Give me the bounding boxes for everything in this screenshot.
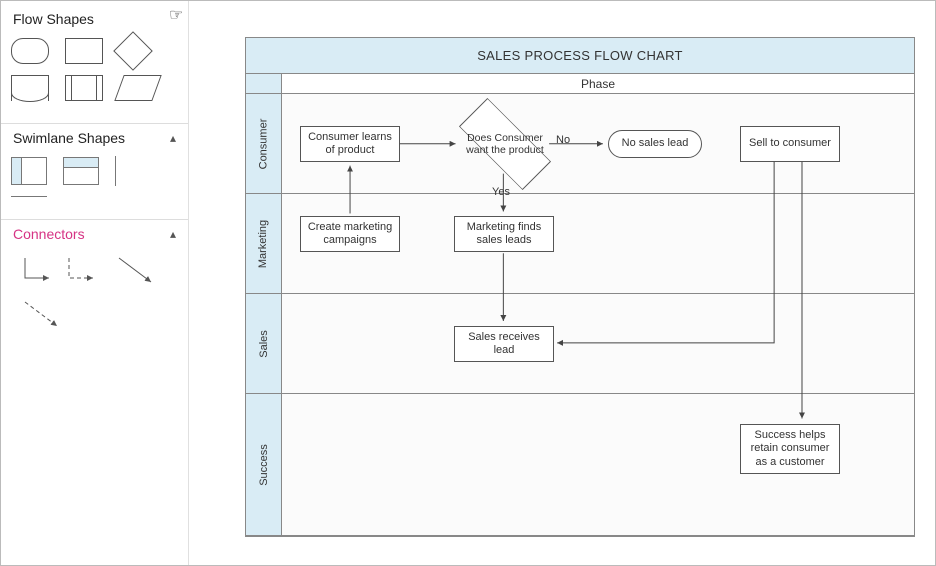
shape-separator-horizontal[interactable] xyxy=(11,196,47,197)
lane-consumer-header: Consumer xyxy=(246,94,282,193)
panel-swimlane-header[interactable]: Swimlane Shapes ▴ xyxy=(1,124,188,152)
node-sales-receives[interactable]: Sales receives lead xyxy=(454,326,554,362)
node-decision-text: Does Consumer want the product xyxy=(460,114,550,174)
lane-sales[interactable]: Sales Sales receives lead xyxy=(246,294,914,394)
panel-swimlane-body xyxy=(1,152,188,219)
shape-process[interactable] xyxy=(65,38,103,64)
node-consumer-learns[interactable]: Consumer learns of product xyxy=(300,126,400,162)
phase-header-row: Phase xyxy=(246,74,914,94)
lane-success-header: Success xyxy=(246,394,282,535)
lanes-container: Consumer Consumer learns of product Does… xyxy=(246,94,914,536)
connectors-preview xyxy=(11,252,171,342)
cursor-icon: ☞ xyxy=(169,5,183,25)
panel-flow-header[interactable]: Flow Shapes xyxy=(1,5,188,33)
phase-corner xyxy=(246,74,282,94)
diagram-canvas[interactable]: SALES PROCESS FLOW CHART Phase Consumer … xyxy=(189,1,935,565)
panel-connectors-body xyxy=(1,248,188,354)
connector-straight-dashed[interactable] xyxy=(25,302,57,326)
app-root: ☞ Flow Shapes Swimlane Shapes ▴ xyxy=(0,0,936,566)
connector-straight[interactable] xyxy=(119,258,151,282)
chevron-up-icon: ▴ xyxy=(170,227,176,241)
lane-marketing[interactable]: Marketing Create marketing campaigns Mar… xyxy=(246,194,914,294)
shapes-sidebar: Flow Shapes Swimlane Shapes ▴ xyxy=(1,1,189,565)
panel-connectors-header[interactable]: Connectors ▴ xyxy=(1,220,188,248)
panel-flow-body xyxy=(1,33,188,123)
node-marketing-finds[interactable]: Marketing finds sales leads xyxy=(454,216,554,252)
shape-decision[interactable] xyxy=(113,31,153,71)
edge-label-yes: Yes xyxy=(492,186,510,198)
lane-label: Success xyxy=(258,444,270,486)
lane-label: Sales xyxy=(258,330,270,358)
shape-swimlane-vertical[interactable] xyxy=(11,157,47,185)
shape-predefined-process[interactable] xyxy=(65,75,103,101)
chart-title: SALES PROCESS FLOW CHART xyxy=(246,38,914,74)
shape-separator-vertical[interactable] xyxy=(115,156,116,186)
shape-data[interactable] xyxy=(114,75,161,101)
node-decision[interactable]: Does Consumer want the product xyxy=(460,114,550,174)
node-no-sales-lead[interactable]: No sales lead xyxy=(608,130,702,158)
lane-consumer[interactable]: Consumer Consumer learns of product Does… xyxy=(246,94,914,194)
node-create-campaigns[interactable]: Create marketing campaigns xyxy=(300,216,400,252)
chevron-up-icon: ▴ xyxy=(170,131,176,145)
lane-label: Marketing xyxy=(258,219,270,267)
panel-connectors-title: Connectors xyxy=(13,226,85,242)
lane-sales-header: Sales xyxy=(246,294,282,393)
shape-swimlane-horizontal[interactable] xyxy=(63,157,99,185)
edge-label-no: No xyxy=(556,134,570,146)
lane-success[interactable]: Success Success helps retain consumer as… xyxy=(246,394,914,536)
connector-orthogonal[interactable] xyxy=(25,258,49,278)
panel-flow-title: Flow Shapes xyxy=(13,11,94,27)
node-success-retain[interactable]: Success helps retain consumer as a custo… xyxy=(740,424,840,474)
node-sell-consumer[interactable]: Sell to consumer xyxy=(740,126,840,162)
shape-terminator[interactable] xyxy=(11,38,49,64)
swimlane-chart[interactable]: SALES PROCESS FLOW CHART Phase Consumer … xyxy=(245,37,915,537)
connector-orthogonal-dashed[interactable] xyxy=(69,258,93,278)
shape-document[interactable] xyxy=(11,75,49,101)
phase-label: Phase xyxy=(282,74,914,94)
lane-label: Consumer xyxy=(258,118,270,169)
panel-swimlane-title: Swimlane Shapes xyxy=(13,130,125,146)
lane-marketing-header: Marketing xyxy=(246,194,282,293)
